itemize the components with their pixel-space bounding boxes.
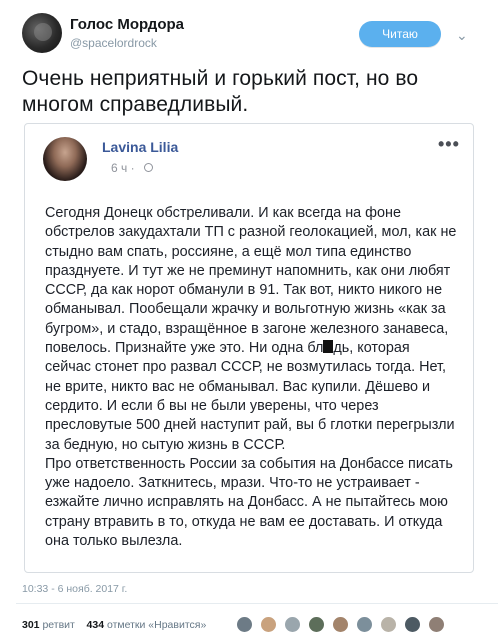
liker-avatar[interactable]	[308, 616, 325, 633]
globe-icon	[144, 163, 153, 172]
retweets-label[interactable]: ретвит	[42, 619, 74, 631]
display-name[interactable]: Голос Мордора	[70, 16, 184, 33]
more-options-icon[interactable]: •••	[438, 134, 460, 155]
user-handle[interactable]: @spacelordrock	[70, 36, 157, 50]
chevron-down-icon[interactable]: ⌄	[456, 28, 468, 42]
post-body-text-cont: дь, которая сейчас стонет про развал ССС…	[45, 340, 455, 453]
liker-avatar[interactable]	[284, 616, 301, 633]
post-body-paragraph: Про ответственность России за события на…	[45, 455, 453, 550]
post-body-text: Сегодня Донецк обстреливали. И как всегд…	[45, 205, 457, 357]
tweet-timestamp[interactable]: 10:33 - 6 нояб. 2017 г.	[22, 583, 127, 595]
tweet-stats: 301 ретвит 434 отметки «Нравится»	[22, 619, 206, 631]
post-author-name[interactable]: Lavina Lilia	[102, 139, 178, 155]
post-body: Сегодня Донецк обстреливали. И как всегд…	[45, 204, 459, 551]
avatar[interactable]	[22, 13, 62, 53]
liker-avatar[interactable]	[260, 616, 277, 633]
liker-avatar[interactable]	[236, 616, 253, 633]
embedded-post-card: Lavina Lilia 6 ч · ••• Сегодня Донецк об…	[24, 123, 474, 573]
tweet-text: Очень неприятный и горький пост, но во м…	[22, 67, 419, 116]
tweet-header: Голос Мордора @spacelordrock Читаю ⌄	[0, 0, 498, 60]
liker-avatar[interactable]	[332, 616, 349, 633]
retweets-count[interactable]: 301	[22, 619, 40, 631]
liker-avatar[interactable]	[356, 616, 373, 633]
post-time[interactable]: 6 ч ·	[111, 161, 135, 175]
liker-avatar[interactable]	[380, 616, 397, 633]
liker-avatar[interactable]	[428, 616, 445, 633]
likes-count[interactable]: 434	[87, 619, 105, 631]
liker-avatar[interactable]	[404, 616, 421, 633]
redaction-block	[323, 340, 334, 354]
likes-label[interactable]: отметки «Нравится»	[107, 619, 206, 631]
post-author-avatar[interactable]	[43, 137, 87, 181]
follow-button[interactable]: Читаю	[359, 21, 441, 47]
divider	[16, 603, 498, 604]
